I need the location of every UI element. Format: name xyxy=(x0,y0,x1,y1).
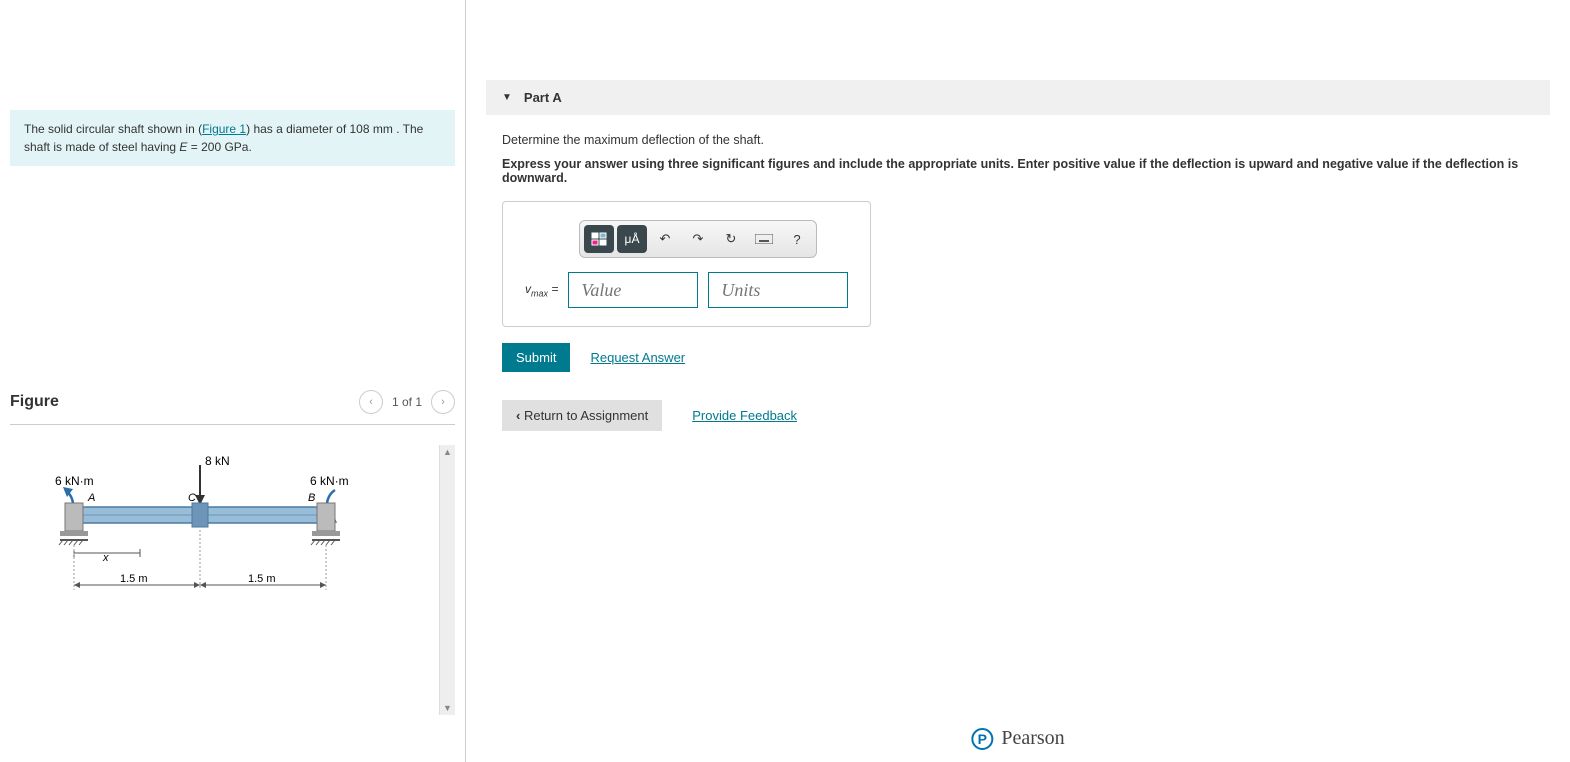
svg-text:x: x xyxy=(102,552,109,564)
footer-brand: Pearson xyxy=(1001,727,1064,750)
template-icon[interactable] xyxy=(584,225,614,253)
figure-prev-button[interactable]: ‹ xyxy=(359,390,383,414)
svg-text:A: A xyxy=(87,492,95,504)
scroll-down-icon[interactable]: ▼ xyxy=(441,701,454,715)
figure-panel: Figure ‹ 1 of 1 › 8 kN xyxy=(10,390,455,715)
redo-icon[interactable]: ↷ xyxy=(683,225,713,253)
part-label: Part A xyxy=(524,90,562,105)
figure-next-button[interactable]: › xyxy=(431,390,455,414)
collapse-icon: ▼ xyxy=(502,92,512,103)
units-input[interactable] xyxy=(708,272,848,308)
undo-icon[interactable]: ↶ xyxy=(650,225,680,253)
pearson-logo-icon: P xyxy=(971,728,993,750)
prompt-main: Determine the maximum deflection of the … xyxy=(502,133,1534,147)
help-icon[interactable]: ? xyxy=(782,225,812,253)
part-header[interactable]: ▼ Part A xyxy=(486,80,1550,115)
request-answer-link[interactable]: Request Answer xyxy=(590,350,685,365)
svg-text:1.5 m: 1.5 m xyxy=(248,573,276,585)
answer-toolbar: μÅ ↶ ↷ ↻ ? xyxy=(579,220,817,258)
answer-box: μÅ ↶ ↷ ↻ ? vmax = xyxy=(502,201,871,327)
figure-diagram: 8 kN 6 kN·m 6 kN·m xyxy=(10,445,439,715)
variable-label: vmax = xyxy=(525,282,558,298)
submit-button[interactable]: Submit xyxy=(502,343,570,372)
problem-statement: The solid circular shaft shown in (Figur… xyxy=(10,110,455,166)
footer: P Pearson xyxy=(971,727,1064,750)
svg-text:6 kN·m: 6 kN·m xyxy=(310,474,349,488)
svg-text:B: B xyxy=(308,492,315,504)
keyboard-icon[interactable] xyxy=(749,225,779,253)
scroll-up-icon[interactable]: ▲ xyxy=(441,445,454,459)
svg-text:C: C xyxy=(188,492,196,504)
feedback-link[interactable]: Provide Feedback xyxy=(692,408,797,423)
figure-scrollbar[interactable]: ▲ ▼ xyxy=(439,445,455,715)
svg-text:8 kN: 8 kN xyxy=(205,454,230,468)
figure-title: Figure xyxy=(10,393,59,411)
figure-nav-text: 1 of 1 xyxy=(392,395,422,409)
return-button[interactable]: Return to Assignment xyxy=(502,400,662,431)
svg-text:6 kN·m: 6 kN·m xyxy=(55,474,94,488)
value-input[interactable] xyxy=(568,272,698,308)
svg-text:1.5 m: 1.5 m xyxy=(120,573,148,585)
prompt-instructions: Express your answer using three signific… xyxy=(502,157,1534,185)
figure-link[interactable]: Figure 1 xyxy=(202,122,246,136)
reset-icon[interactable]: ↻ xyxy=(716,225,746,253)
units-symbol-button[interactable]: μÅ xyxy=(617,225,647,253)
